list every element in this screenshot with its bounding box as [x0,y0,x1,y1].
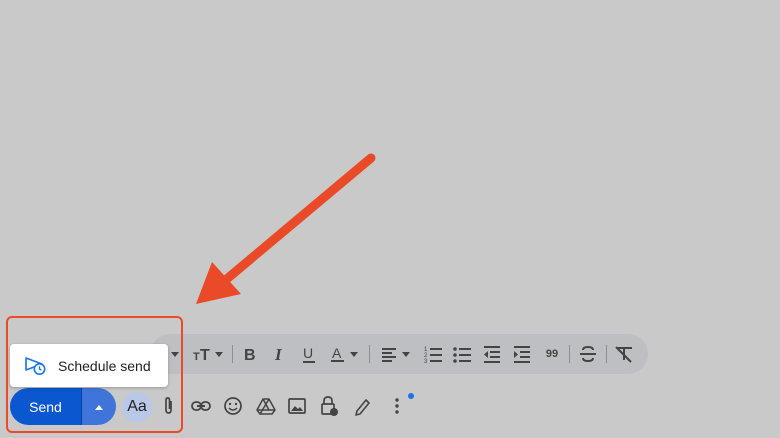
attach-icon[interactable] [157,394,181,418]
bulleted-list-icon[interactable] [451,343,473,365]
signature-icon[interactable] [350,394,374,418]
align-icon[interactable] [379,343,415,365]
italic-icon[interactable]: I [269,343,291,365]
send-button[interactable]: Send [10,388,82,425]
more-options-icon[interactable] [385,394,409,418]
photo-icon[interactable] [285,394,309,418]
quote-icon[interactable]: 99 [541,343,563,365]
schedule-send-option[interactable]: Schedule send [10,344,168,387]
indent-less-icon[interactable] [481,343,503,365]
formatting-toolbar: T T B I U A 1 2 3 99 [150,334,648,374]
chevron-up-icon [95,404,103,410]
emoji-icon[interactable] [221,394,245,418]
text-color-icon[interactable]: A [328,343,362,365]
svg-text:U: U [303,345,313,361]
indent-more-icon[interactable] [511,343,533,365]
divider [369,345,370,363]
divider [182,345,183,363]
send-options-button[interactable] [82,388,116,425]
svg-text:T: T [193,351,200,363]
text-size-icon[interactable]: T T [190,343,226,365]
remove-formatting-icon[interactable] [613,343,635,365]
confidential-icon[interactable] [317,394,341,418]
link-icon[interactable] [189,394,213,418]
send-button-group: Send [10,388,116,425]
strikethrough-icon[interactable] [577,343,599,365]
underline-icon[interactable]: U [298,343,320,365]
drive-icon[interactable] [254,394,278,418]
formatting-options-button[interactable]: Aa [122,392,152,422]
divider [606,345,607,363]
svg-text:T: T [200,347,210,364]
svg-text:B: B [244,347,256,364]
notification-dot [408,393,414,399]
svg-text:3: 3 [424,359,428,364]
schedule-send-icon [25,356,46,375]
svg-text:A: A [332,345,342,361]
divider [569,345,570,363]
bold-icon[interactable]: B [239,343,261,365]
divider [232,345,233,363]
schedule-send-label: Schedule send [58,357,151,374]
svg-text:I: I [274,345,283,364]
quote-glyph: 99 [545,348,559,360]
numbered-list-icon[interactable]: 1 2 3 [422,343,444,365]
